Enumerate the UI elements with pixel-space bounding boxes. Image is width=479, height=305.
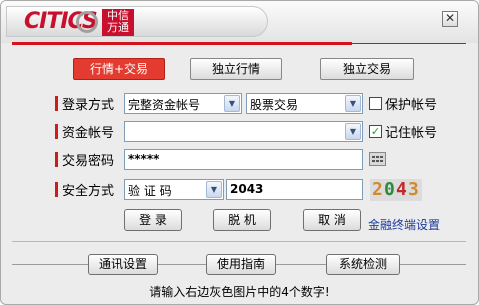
captcha-image[interactable]: 2 0 4 3 bbox=[370, 179, 422, 201]
required-marker bbox=[55, 124, 58, 139]
protect-account-checkbox[interactable] bbox=[369, 97, 382, 110]
login-mode-select[interactable]: 完整资金帐号 ▼ bbox=[124, 93, 242, 114]
required-marker bbox=[55, 96, 58, 111]
tab-trade-only[interactable]: 独立交易 bbox=[320, 58, 414, 80]
keyboard-icon[interactable] bbox=[369, 152, 386, 166]
captcha-digit: 3 bbox=[408, 179, 419, 200]
password-label: 交易密码 bbox=[62, 154, 115, 169]
logo-box-line2: 万通 bbox=[107, 21, 129, 34]
logo-ring-icon bbox=[76, 11, 98, 33]
captcha-input-value: 2043 bbox=[230, 182, 264, 196]
tab-quote-only[interactable]: 独立行情 bbox=[190, 58, 282, 80]
divider bbox=[12, 264, 88, 265]
close-button[interactable]: ✕ bbox=[442, 11, 458, 27]
remember-account-checkbox[interactable]: ✓ bbox=[369, 125, 382, 138]
security-mode-select[interactable]: 验 证 码 ▼ bbox=[124, 179, 224, 200]
tab-quote-and-trade[interactable]: 行情+交易 bbox=[73, 58, 165, 80]
protect-account-label: 保护帐号 bbox=[385, 98, 438, 113]
login-button[interactable]: 登 录 bbox=[124, 209, 182, 231]
header-divider bbox=[12, 42, 352, 45]
status-message: 请输入右边灰色图片中的4个数字! bbox=[149, 285, 330, 299]
captcha-input[interactable]: 2043 bbox=[226, 179, 363, 200]
chevron-down-icon[interactable]: ▼ bbox=[345, 95, 361, 112]
divider bbox=[276, 264, 326, 265]
close-icon: ✕ bbox=[444, 11, 456, 25]
security-mode-value: 验 证 码 bbox=[128, 184, 172, 198]
terminal-settings-link[interactable]: 金融终端设置 bbox=[368, 216, 440, 233]
required-marker bbox=[55, 182, 58, 197]
divider bbox=[158, 264, 206, 265]
market-select[interactable]: 股票交易 ▼ bbox=[246, 93, 363, 114]
comm-settings-button[interactable]: 通讯设置 bbox=[88, 254, 158, 275]
system-check-button[interactable]: 系统检测 bbox=[326, 254, 400, 275]
offline-button[interactable]: 脱 机 bbox=[213, 209, 271, 231]
captcha-digit: 0 bbox=[384, 179, 395, 200]
password-input[interactable]: ***** bbox=[124, 149, 363, 170]
login-mode-value: 完整资金帐号 bbox=[128, 98, 201, 112]
remember-account-label: 记住帐号 bbox=[385, 126, 438, 141]
chevron-down-icon[interactable]: ▼ bbox=[345, 123, 361, 140]
user-guide-button[interactable]: 使用指南 bbox=[206, 254, 276, 275]
captcha-digit: 2 bbox=[372, 179, 383, 200]
chevron-down-icon[interactable]: ▼ bbox=[224, 95, 240, 112]
security-mode-label: 安全方式 bbox=[62, 184, 115, 199]
required-marker bbox=[55, 152, 58, 167]
header-divider-tail bbox=[352, 43, 466, 44]
cancel-button[interactable]: 取 消 bbox=[303, 209, 361, 231]
logo-chinese-box: 中信 万通 bbox=[102, 9, 134, 36]
chevron-down-icon[interactable]: ▼ bbox=[206, 181, 222, 198]
market-value: 股票交易 bbox=[250, 98, 299, 112]
divider bbox=[400, 264, 466, 265]
captcha-digit: 4 bbox=[396, 179, 407, 200]
login-mode-label: 登录方式 bbox=[62, 98, 115, 113]
account-label: 资金帐号 bbox=[62, 126, 115, 141]
password-value: ***** bbox=[128, 152, 160, 166]
account-input[interactable]: ▼ bbox=[124, 121, 363, 142]
divider bbox=[12, 241, 466, 242]
